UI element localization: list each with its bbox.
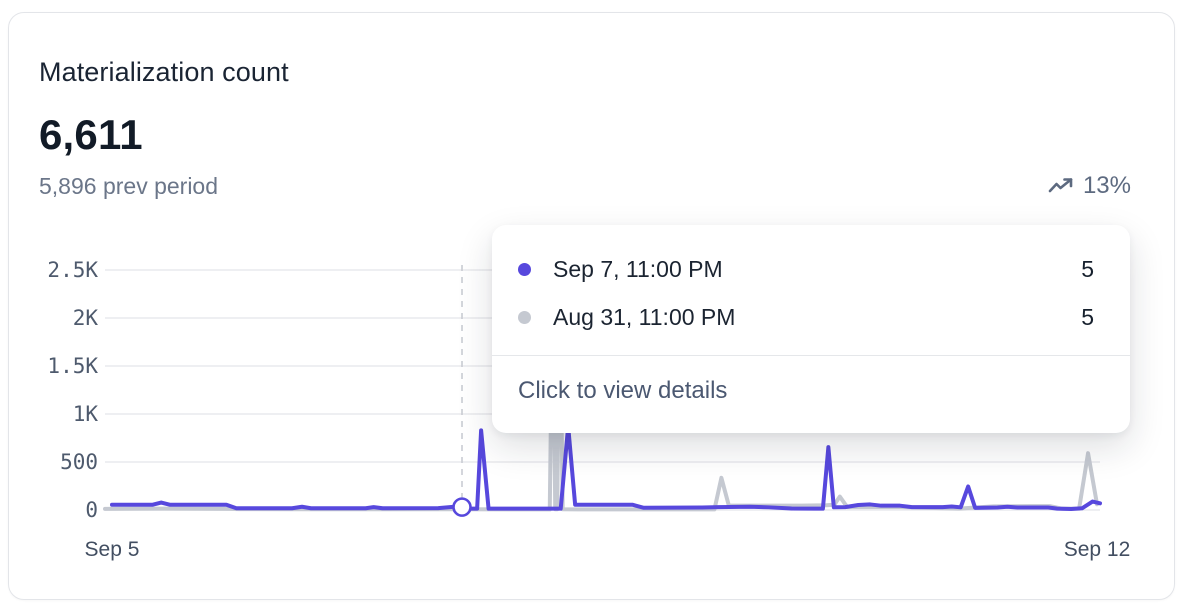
current-series-dot [518, 263, 531, 276]
svg-text:1.5K: 1.5K [47, 354, 98, 378]
chart-tooltip: Sep 7, 11:00 PM 5 Aug 31, 11:00 PM 5 Cli… [492, 225, 1130, 433]
svg-text:0: 0 [85, 498, 98, 522]
tooltip-rows: Sep 7, 11:00 PM 5 Aug 31, 11:00 PM 5 [492, 225, 1130, 341]
tooltip-row-value: 5 [1081, 256, 1094, 283]
svg-text:1K: 1K [73, 402, 99, 426]
svg-text:500: 500 [60, 450, 98, 474]
tooltip-row-current: Sep 7, 11:00 PM 5 [518, 245, 1094, 293]
tooltip-row-label: Sep 7, 11:00 PM [553, 256, 723, 283]
svg-text:2.5K: 2.5K [47, 258, 98, 282]
previous-series-dot [518, 311, 531, 324]
svg-text:2K: 2K [73, 306, 99, 330]
tooltip-footer: Click to view details [492, 356, 1130, 405]
tooltip-row-value: 5 [1081, 304, 1094, 331]
svg-text:Sep 5: Sep 5 [85, 538, 140, 561]
tooltip-row-previous: Aug 31, 11:00 PM 5 [518, 293, 1094, 341]
tooltip-row-label: Aug 31, 11:00 PM [553, 304, 735, 331]
svg-text:Sep 12: Sep 12 [1064, 538, 1131, 561]
